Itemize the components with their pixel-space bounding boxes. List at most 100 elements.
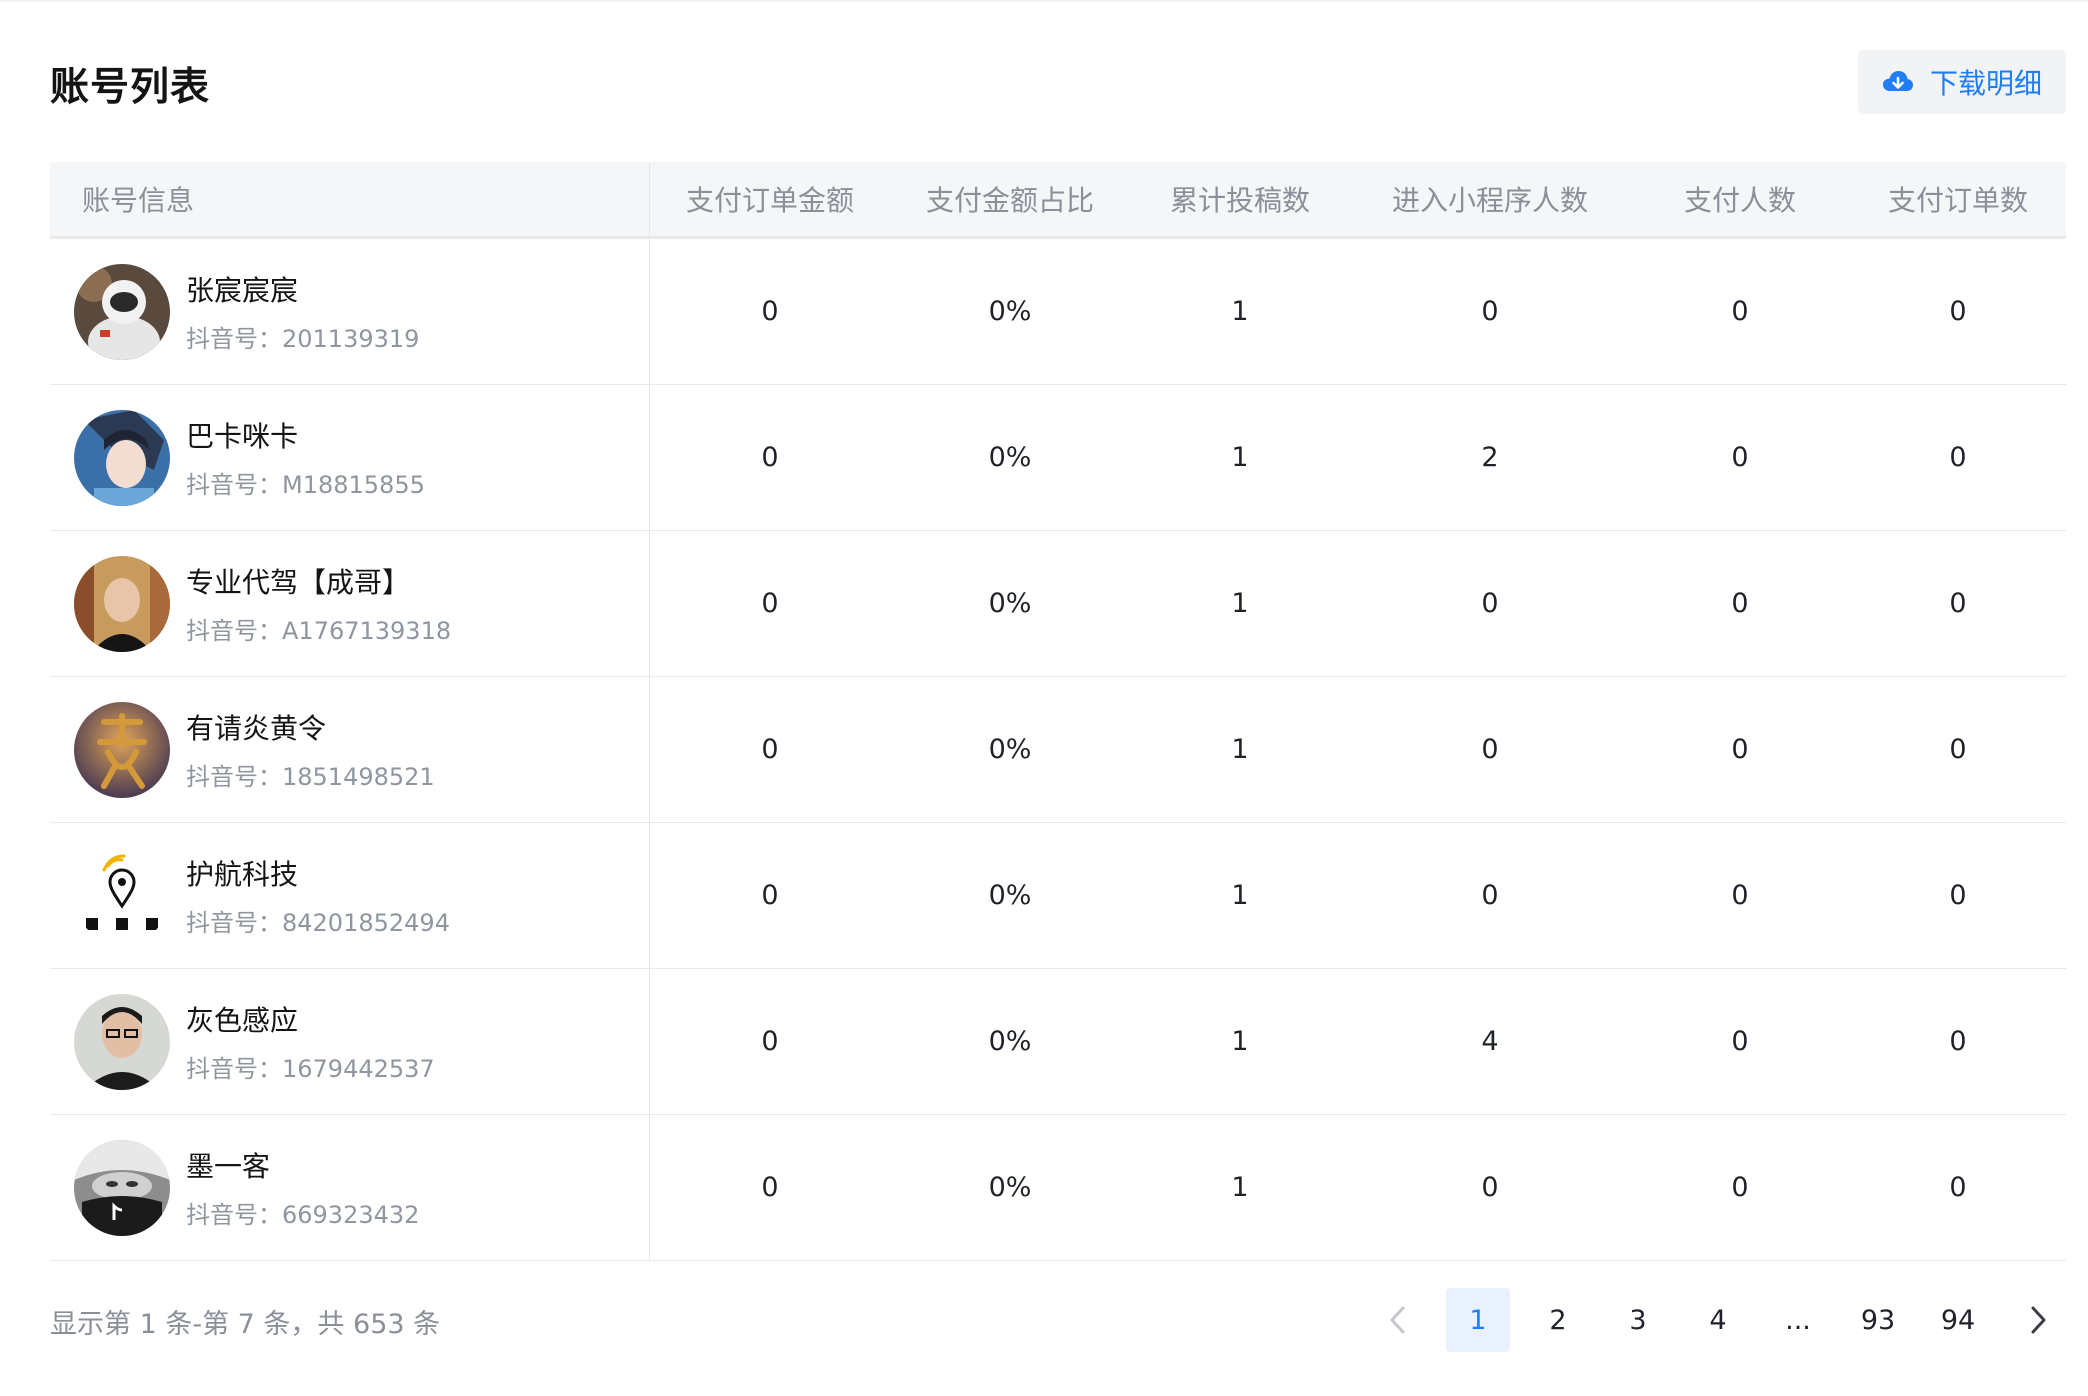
cell-mini-program-users: 0 bbox=[1481, 588, 1499, 619]
page-button-94[interactable]: 94 bbox=[1926, 1288, 1990, 1352]
table-row: 巴卡咪卡 抖音号：M18815855 0 0% 1 2 0 0 bbox=[50, 385, 2066, 531]
cell-pay-amount: 0 bbox=[761, 296, 779, 327]
column-header-payers: 支付人数 bbox=[1683, 184, 1796, 217]
column-header-orders: 支付订单数 bbox=[1887, 184, 2028, 217]
cell-pay-ratio: 0% bbox=[988, 442, 1032, 473]
cell-orders: 0 bbox=[1949, 588, 1967, 619]
cell-payers: 0 bbox=[1731, 442, 1749, 473]
account-table: 账号信息 支付订单金额 支付金额占比 累计投稿数 进入小程序人数 支付人数 支付… bbox=[50, 162, 2066, 1261]
cell-pay-ratio: 0% bbox=[988, 734, 1032, 765]
page-title: 账号列表 bbox=[50, 65, 211, 110]
chevron-right-icon[interactable] bbox=[2006, 1288, 2070, 1352]
column-header-pay-ratio: 支付金额占比 bbox=[925, 184, 1094, 217]
cell-posts: 1 bbox=[1231, 442, 1249, 473]
account-name: 墨一客 bbox=[186, 1150, 271, 1183]
cell-posts: 1 bbox=[1231, 1026, 1249, 1057]
table-row: 有请炎黄令 抖音号：1851498521 0 0% 1 0 0 0 bbox=[50, 677, 2066, 823]
avatar bbox=[74, 555, 170, 652]
avatar bbox=[74, 701, 170, 798]
cell-pay-amount: 0 bbox=[761, 588, 779, 619]
pagination-summary: 显示第 1 条-第 7 条，共 653 条 bbox=[50, 1309, 441, 1340]
avatar bbox=[74, 263, 170, 360]
cell-payers: 0 bbox=[1731, 880, 1749, 911]
cell-mini-program-users: 2 bbox=[1481, 442, 1499, 473]
cell-pay-ratio: 0% bbox=[988, 1026, 1032, 1057]
cell-pay-ratio: 0% bbox=[988, 880, 1032, 911]
cell-pay-amount: 0 bbox=[761, 1172, 779, 1203]
logo-avatar bbox=[74, 847, 170, 944]
avatar bbox=[74, 409, 170, 506]
account-douyin-id: 抖音号：A1767139318 bbox=[186, 617, 452, 645]
table-row: 墨一客 抖音号：669323432 0 0% 1 0 0 0 bbox=[50, 1115, 2066, 1261]
cell-pay-amount: 0 bbox=[761, 442, 779, 473]
cell-pay-amount: 0 bbox=[761, 880, 779, 911]
chevron-left-icon[interactable] bbox=[1366, 1288, 1430, 1352]
cell-posts: 1 bbox=[1231, 296, 1249, 327]
account-name: 张宸宸宸 bbox=[186, 274, 299, 307]
cell-posts: 1 bbox=[1231, 880, 1249, 911]
column-header-posts: 累计投稿数 bbox=[1169, 184, 1310, 217]
cell-mini-program-users: 0 bbox=[1481, 296, 1499, 327]
cell-mini-program-users: 0 bbox=[1481, 1172, 1499, 1203]
account-info-cell: 有请炎黄令 抖音号：1851498521 bbox=[50, 677, 650, 822]
column-header-account-info: 账号信息 bbox=[50, 162, 650, 236]
table-row: 张宸宸宸 抖音号：201139319 0 0% 1 0 0 0 bbox=[50, 239, 2066, 385]
account-info-cell: 灰色感应 抖音号：1679442537 bbox=[50, 969, 650, 1114]
page-button-93[interactable]: 93 bbox=[1846, 1288, 1910, 1352]
avatar bbox=[74, 993, 170, 1090]
account-douyin-id: 抖音号：201139319 bbox=[186, 325, 420, 353]
page-button-2[interactable]: 2 bbox=[1526, 1288, 1590, 1352]
account-douyin-id: 抖音号：1679442537 bbox=[186, 1055, 435, 1083]
download-details-button[interactable]: 下载明细 bbox=[1858, 50, 2066, 114]
cell-payers: 0 bbox=[1731, 1026, 1749, 1057]
cell-orders: 0 bbox=[1949, 1172, 1967, 1203]
cell-orders: 0 bbox=[1949, 296, 1967, 327]
avatar bbox=[74, 1139, 170, 1236]
table-header: 账号信息 支付订单金额 支付金额占比 累计投稿数 进入小程序人数 支付人数 支付… bbox=[50, 162, 2066, 239]
page-button-4[interactable]: 4 bbox=[1686, 1288, 1750, 1352]
cloud-download-icon bbox=[1882, 69, 1914, 95]
account-name: 有请炎黄令 bbox=[186, 712, 327, 745]
account-name: 灰色感应 bbox=[186, 1004, 299, 1037]
account-info-cell: 专业代驾【成哥】 抖音号：A1767139318 bbox=[50, 531, 650, 676]
cell-orders: 0 bbox=[1949, 880, 1967, 911]
account-name: 巴卡咪卡 bbox=[186, 420, 299, 453]
account-douyin-id: 抖音号：84201852494 bbox=[186, 909, 450, 937]
download-details-label: 下载明细 bbox=[1929, 67, 2042, 100]
cell-payers: 0 bbox=[1731, 1172, 1749, 1203]
column-header-mini-program-users: 进入小程序人数 bbox=[1391, 184, 1588, 217]
table-row: 护航科技 抖音号：84201852494 0 0% 1 0 0 0 bbox=[50, 823, 2066, 969]
cell-payers: 0 bbox=[1731, 588, 1749, 619]
cell-posts: 1 bbox=[1231, 734, 1249, 765]
account-name: 护航科技 bbox=[186, 858, 299, 891]
cell-posts: 1 bbox=[1231, 1172, 1249, 1203]
account-info-cell: 护航科技 抖音号：84201852494 bbox=[50, 823, 650, 968]
table-row: 专业代驾【成哥】 抖音号：A1767139318 0 0% 1 0 0 0 bbox=[50, 531, 2066, 677]
cell-orders: 0 bbox=[1949, 734, 1967, 765]
cell-orders: 0 bbox=[1949, 1026, 1967, 1057]
account-info-cell: 墨一客 抖音号：669323432 bbox=[50, 1115, 650, 1260]
top-divider bbox=[0, 0, 2088, 2]
cell-pay-amount: 0 bbox=[761, 734, 779, 765]
account-douyin-id: 抖音号：1851498521 bbox=[186, 763, 435, 791]
cell-pay-ratio: 0% bbox=[988, 1172, 1032, 1203]
cell-pay-amount: 0 bbox=[761, 1026, 779, 1057]
page-ellipsis[interactable]: ... bbox=[1766, 1288, 1830, 1352]
page-button-3[interactable]: 3 bbox=[1606, 1288, 1670, 1352]
cell-payers: 0 bbox=[1731, 734, 1749, 765]
cell-pay-ratio: 0% bbox=[988, 296, 1032, 327]
account-name: 专业代驾【成哥】 bbox=[186, 566, 411, 599]
table-row: 灰色感应 抖音号：1679442537 0 0% 1 4 0 0 bbox=[50, 969, 2066, 1115]
cell-orders: 0 bbox=[1949, 442, 1967, 473]
cell-pay-ratio: 0% bbox=[988, 588, 1032, 619]
cell-mini-program-users: 0 bbox=[1481, 734, 1499, 765]
account-douyin-id: 抖音号：669323432 bbox=[186, 1201, 420, 1229]
cell-posts: 1 bbox=[1231, 588, 1249, 619]
account-info-cell: 巴卡咪卡 抖音号：M18815855 bbox=[50, 385, 650, 530]
cell-payers: 0 bbox=[1731, 296, 1749, 327]
page-button-1[interactable]: 1 bbox=[1446, 1288, 1510, 1352]
account-douyin-id: 抖音号：M18815855 bbox=[186, 471, 425, 499]
account-info-cell: 张宸宸宸 抖音号：201139319 bbox=[50, 239, 650, 384]
cell-mini-program-users: 0 bbox=[1481, 880, 1499, 911]
column-header-pay-amount: 支付订单金额 bbox=[685, 184, 854, 217]
